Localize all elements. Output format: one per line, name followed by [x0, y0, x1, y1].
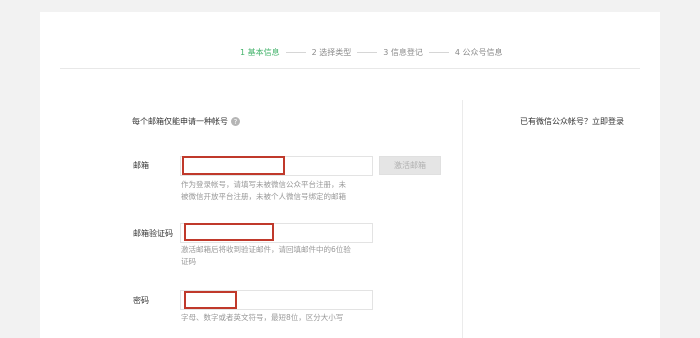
verification-code-input[interactable]: [180, 223, 373, 243]
password-label: 密码: [133, 296, 149, 305]
activate-email-button[interactable]: 激活邮箱: [379, 156, 441, 175]
step-connector: [285, 51, 306, 53]
code-label: 邮箱验证码: [133, 229, 173, 238]
account-limit-hint: 每个邮箱仅能申请一种帐号 ?: [132, 116, 240, 127]
code-tip-line: 证码: [181, 257, 196, 266]
hint-text: 每个邮箱仅能申请一种帐号: [132, 117, 228, 126]
code-tip: 激活邮箱后将收到验证邮件，请回填邮件中的6位验 证码: [181, 244, 351, 268]
existing-account-prompt: 已有微信公众帐号？立即登录: [520, 116, 624, 127]
steps-divider: [60, 68, 640, 69]
step-account-info: 4 公众号信息: [454, 47, 503, 57]
code-tip-line: 激活邮箱后将收到验证邮件，请回填邮件中的6位验: [181, 245, 351, 254]
existing-account-text: 已有微信公众帐号？: [520, 117, 592, 126]
login-link[interactable]: 立即登录: [592, 117, 624, 126]
email-label: 邮箱: [133, 161, 149, 170]
column-divider: [462, 100, 463, 338]
password-input[interactable]: [180, 290, 373, 310]
email-input[interactable]: [180, 156, 373, 176]
step-select-type: 2 选择类型: [311, 47, 352, 57]
email-tip: 作为登录帐号，请填写未被微信公众平台注册，未 被微信开放平台注册，未被个人微信号…: [181, 179, 346, 203]
step-progress: 1 基本信息 2 选择类型 3 信息登记 4 公众号信息: [240, 45, 560, 59]
email-tip-line: 作为登录帐号，请填写未被微信公众平台注册，未: [181, 180, 346, 189]
step-basic-info: 1 基本信息: [240, 47, 280, 57]
help-icon[interactable]: ?: [231, 117, 240, 126]
step-connector: [357, 51, 378, 53]
password-tip-line: 字母、数字或者英文符号，最短8位，区分大小写: [181, 313, 344, 322]
step-info-register: 3 信息登记: [383, 47, 423, 57]
step-connector: [428, 51, 449, 53]
email-tip-line: 被微信开放平台注册，未被个人微信号绑定的邮箱: [181, 192, 346, 201]
password-tip: 字母、数字或者英文符号，最短8位，区分大小写: [181, 312, 343, 324]
